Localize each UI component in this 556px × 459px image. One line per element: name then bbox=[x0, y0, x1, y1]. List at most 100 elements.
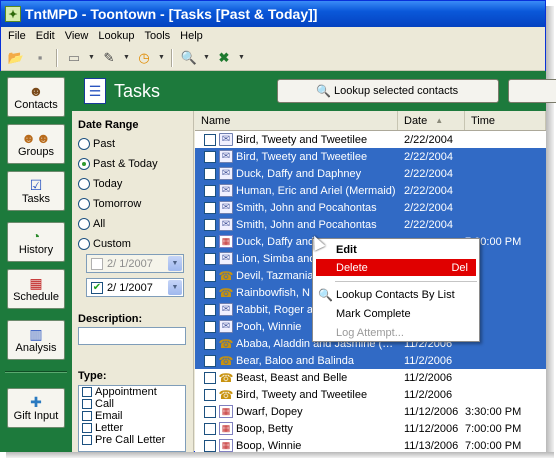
type-item[interactable]: Pre Call Letter bbox=[79, 434, 185, 446]
open-folder-icon[interactable]: 📂 bbox=[5, 48, 27, 68]
menu-item-lookup-by-list[interactable]: 🔍 Lookup Contacts By List bbox=[316, 286, 476, 303]
type-checkbox[interactable] bbox=[82, 387, 92, 397]
nav-analysis-button[interactable]: ▥ Analysis bbox=[7, 320, 65, 360]
row-date: 2/22/2004 bbox=[404, 201, 453, 214]
nav-schedule-button[interactable]: ▦ Schedule bbox=[7, 269, 65, 309]
menu-item-label: Lookup Contacts By List bbox=[336, 288, 455, 301]
row-checkbox[interactable] bbox=[204, 354, 216, 367]
date-from-picker[interactable]: 2/ 1/2007 ▼ bbox=[86, 254, 184, 273]
type-item[interactable]: Letter bbox=[79, 422, 185, 434]
menu-help[interactable]: Help bbox=[175, 30, 208, 42]
type-item-label: Appointment bbox=[95, 386, 157, 398]
row-checkbox[interactable] bbox=[204, 371, 216, 384]
row-checkbox[interactable] bbox=[204, 235, 216, 248]
radio-dot[interactable] bbox=[78, 238, 90, 250]
radio-dot-selected[interactable] bbox=[78, 158, 90, 170]
row-checkbox[interactable] bbox=[204, 150, 216, 163]
table-row[interactable]: ✉ Human, Eric and Ariel (Mermaid) 2/22/200… bbox=[195, 182, 546, 199]
table-row[interactable]: ☎ Bear, Baloo and Balinda 11/2/2006 bbox=[195, 352, 546, 369]
table-row[interactable]: ▦ Boop, Winnie 11/13/2006 7:00:00 PM bbox=[195, 437, 546, 452]
row-checkbox[interactable] bbox=[204, 388, 216, 401]
row-checkbox[interactable] bbox=[204, 439, 216, 452]
menu-edit[interactable]: Edit bbox=[31, 30, 60, 42]
menu-tools[interactable]: Tools bbox=[139, 30, 175, 42]
row-checkbox[interactable] bbox=[204, 184, 216, 197]
radio-dot[interactable] bbox=[78, 198, 90, 210]
lookup-selected-contacts-button[interactable]: 🔍 Lookup selected contacts bbox=[277, 79, 499, 103]
nav-history-button[interactable]: ◔ History bbox=[7, 222, 65, 262]
excel-dropdown[interactable]: ▼ bbox=[237, 48, 246, 68]
column-header-time[interactable]: Time bbox=[465, 111, 546, 130]
table-row[interactable]: ✉ Bird, Tweety and Tweetilee 2/22/2004 bbox=[195, 131, 546, 148]
filter-panel: Date Range Past Past & Today Today Tomor… bbox=[72, 111, 194, 452]
row-checkbox[interactable] bbox=[204, 320, 216, 333]
menu-view[interactable]: View bbox=[60, 30, 94, 42]
row-checkbox[interactable] bbox=[204, 405, 216, 418]
menu-item-delete[interactable]: Delete Del bbox=[316, 259, 476, 276]
menu-separator bbox=[335, 281, 477, 282]
column-header-date[interactable]: Date ▲ bbox=[398, 111, 465, 130]
print-icon[interactable]: ▭ bbox=[63, 48, 85, 68]
print-dropdown[interactable]: ▼ bbox=[87, 48, 96, 68]
edit-dropdown[interactable]: ▼ bbox=[122, 48, 131, 68]
radio-dot[interactable] bbox=[78, 218, 90, 230]
type-checkbox[interactable] bbox=[82, 423, 92, 433]
row-name: Beast, Beast and Belle bbox=[236, 371, 348, 384]
type-item[interactable]: Call bbox=[79, 398, 185, 410]
nav-groups-button[interactable]: ☻☻ Groups bbox=[7, 124, 65, 164]
type-item[interactable]: Email bbox=[79, 410, 185, 422]
row-checkbox[interactable] bbox=[204, 218, 216, 231]
row-checkbox[interactable] bbox=[204, 167, 216, 180]
menu-item-edit[interactable]: Edit bbox=[316, 241, 476, 258]
type-checkbox[interactable] bbox=[82, 411, 92, 421]
description-input[interactable] bbox=[78, 327, 186, 345]
lookup-magnifier-icon[interactable]: 🔍 bbox=[178, 48, 200, 68]
table-row[interactable]: ✉ Smith, John and Pocahontas 2/22/2004 bbox=[195, 216, 546, 233]
radio-custom[interactable]: Custom bbox=[78, 238, 131, 250]
chevron-down-icon[interactable]: ▼ bbox=[168, 280, 182, 295]
radio-past-today[interactable]: Past & Today bbox=[78, 158, 158, 170]
date-to-picker[interactable]: ✔ 2/ 1/2007 ▼ bbox=[86, 278, 184, 297]
nav-gift-input-button[interactable]: ✚ Gift Input bbox=[7, 388, 65, 428]
radio-all[interactable]: All bbox=[78, 218, 105, 230]
row-checkbox[interactable] bbox=[204, 269, 216, 282]
table-row[interactable]: ▦ Boop, Betty 11/12/2006 7:00:00 PM bbox=[195, 420, 546, 437]
menu-file[interactable]: File bbox=[3, 30, 31, 42]
column-header-name[interactable]: Name bbox=[195, 111, 398, 130]
table-row[interactable]: ☎ Beast, Beast and Belle 11/2/2006 bbox=[195, 369, 546, 386]
secondary-header-button[interactable] bbox=[508, 79, 556, 103]
table-row[interactable]: ✉ Smith, John and Pocahontas 2/22/2004 bbox=[195, 199, 546, 216]
table-row[interactable]: ▦ Dwarf, Dopey 11/12/2006 3:30:00 PM bbox=[195, 403, 546, 420]
row-checkbox[interactable] bbox=[204, 252, 216, 265]
date-to-checkbox[interactable]: ✔ bbox=[91, 281, 103, 294]
nav-contacts-button[interactable]: ☻ Contacts bbox=[7, 77, 65, 117]
type-checkbox[interactable] bbox=[82, 435, 92, 445]
row-checkbox[interactable] bbox=[204, 422, 216, 435]
date-from-checkbox[interactable] bbox=[91, 257, 103, 270]
lookup-dropdown[interactable]: ▼ bbox=[202, 48, 211, 68]
save-icon[interactable]: ▪ bbox=[29, 48, 51, 68]
row-checkbox[interactable] bbox=[204, 201, 216, 214]
table-row[interactable]: ✉ Duck, Daffy and Daphney 2/22/2004 bbox=[195, 165, 546, 182]
type-checkbox[interactable] bbox=[82, 399, 92, 409]
edit-pen-icon[interactable]: ✎ bbox=[98, 48, 120, 68]
clock-dropdown[interactable]: ▼ bbox=[157, 48, 166, 68]
type-item[interactable]: Appointment bbox=[79, 386, 185, 398]
menu-item-mark-complete[interactable]: Mark Complete bbox=[316, 305, 476, 322]
radio-tomorrow[interactable]: Tomorrow bbox=[78, 198, 141, 210]
clock-icon[interactable]: ◷ bbox=[133, 48, 155, 68]
row-checkbox[interactable] bbox=[204, 337, 216, 350]
radio-past[interactable]: Past bbox=[78, 138, 115, 150]
excel-icon[interactable]: ✖ bbox=[213, 48, 235, 68]
menu-lookup[interactable]: Lookup bbox=[93, 30, 139, 42]
row-checkbox[interactable] bbox=[204, 286, 216, 299]
row-checkbox[interactable] bbox=[204, 303, 216, 316]
radio-today[interactable]: Today bbox=[78, 178, 122, 190]
table-row[interactable]: ✉ Bird, Tweety and Tweetilee 2/22/2004 bbox=[195, 148, 546, 165]
radio-dot[interactable] bbox=[78, 138, 90, 150]
row-checkbox[interactable] bbox=[204, 133, 216, 146]
chevron-down-icon[interactable]: ▼ bbox=[168, 256, 182, 271]
table-row[interactable]: ☎ Bird, Tweety and Tweetilee 11/2/2006 bbox=[195, 386, 546, 403]
radio-dot[interactable] bbox=[78, 178, 90, 190]
nav-tasks-button[interactable]: ☑ Tasks bbox=[7, 171, 65, 211]
